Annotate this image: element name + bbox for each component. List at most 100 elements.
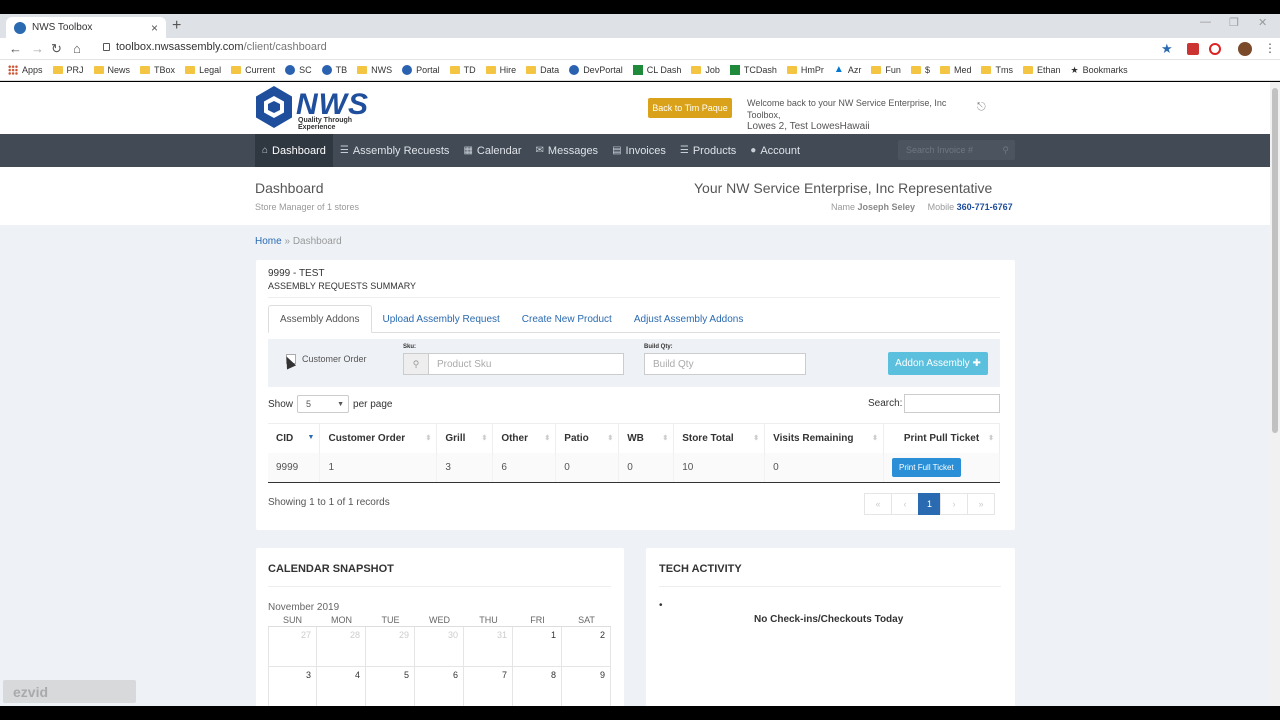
nav-item-products[interactable]: ☰ Products xyxy=(673,134,743,167)
tab-create-new-product[interactable]: Create New Product xyxy=(511,305,623,333)
bookmark-item[interactable]: Med xyxy=(939,65,971,75)
tab-adjust-assembly-addons[interactable]: Adjust Assembly Addons xyxy=(623,305,755,333)
close-tab-icon[interactable]: × xyxy=(151,21,158,35)
bookmark-item[interactable]: TBox xyxy=(140,65,175,75)
bookmark-label: HmPr xyxy=(800,65,824,75)
bookmark-item[interactable]: PRJ xyxy=(52,65,84,75)
extension-icon[interactable] xyxy=(1187,43,1199,55)
bookmark-item[interactable]: News xyxy=(93,65,130,75)
bookmark-item[interactable]: TB xyxy=(321,65,347,75)
col-visits-remaining[interactable]: Visits Remaining ⬍ xyxy=(764,423,885,453)
prev-page-button[interactable]: ‹ xyxy=(891,493,919,515)
table-search-input[interactable] xyxy=(904,394,1000,413)
calendar-day[interactable]: 3 xyxy=(268,667,317,707)
col-patio[interactable]: Patio ⬍ xyxy=(555,423,620,453)
menu-dots-icon[interactable]: ⋮ xyxy=(1264,41,1276,55)
bookmark-item[interactable]: HmPr xyxy=(786,65,824,75)
per-page-value: 5 xyxy=(306,399,312,409)
calendar-day[interactable]: 5 xyxy=(366,667,415,707)
bookmark-item[interactable]: $ xyxy=(910,65,930,75)
col-other[interactable]: Other ⬍ xyxy=(492,423,557,453)
cell-grill: 3 xyxy=(436,452,494,483)
rep-mobile[interactable]: 360-771-6767 xyxy=(957,202,1013,212)
col-store-total[interactable]: Store Total ⬍ xyxy=(673,423,766,453)
calendar-day[interactable]: 8 xyxy=(513,667,562,707)
calendar-day[interactable]: 4 xyxy=(317,667,366,707)
calendar-day[interactable]: 29 xyxy=(366,627,415,667)
calendar-day[interactable]: 27 xyxy=(268,627,317,667)
col-cid[interactable]: CID ▼ xyxy=(268,423,321,453)
last-page-button[interactable]: » xyxy=(967,493,995,515)
divider xyxy=(659,586,1001,587)
calendar-day[interactable]: 30 xyxy=(415,627,464,667)
bookmark-item[interactable]: Tms xyxy=(981,65,1013,75)
sku-input[interactable]: ⚲ Product Sku xyxy=(403,353,624,375)
new-tab-button[interactable]: + xyxy=(172,17,181,35)
bookmark-item[interactable]: Legal xyxy=(185,65,221,75)
build-qty-input[interactable]: Build Qty xyxy=(644,353,806,375)
calendar-day[interactable]: 6 xyxy=(415,667,464,707)
col-customer-order[interactable]: Customer Order ⬍ xyxy=(319,423,438,453)
nav-item-messages[interactable]: ✉ Messages xyxy=(529,134,606,167)
bookmark-star-icon[interactable]: ★ xyxy=(1161,41,1173,57)
bookmark-item[interactable]: NWS xyxy=(357,65,392,75)
nws-logo[interactable]: NWS Quality Through Experience xyxy=(256,86,391,131)
first-page-button[interactable]: « xyxy=(864,493,892,515)
calendar-day[interactable]: 2 xyxy=(562,627,611,667)
next-page-button[interactable]: › xyxy=(940,493,968,515)
per-page-select[interactable]: 5 ▼ xyxy=(297,395,350,413)
minimize-icon[interactable]: — xyxy=(1200,16,1211,28)
bookmark-item[interactable]: TD xyxy=(449,65,476,75)
nav-item-calendar[interactable]: ▦ Calendar xyxy=(456,134,528,167)
col-grill[interactable]: Grill ⬍ xyxy=(436,423,494,453)
restore-icon[interactable]: ❐ xyxy=(1229,16,1239,29)
addon-assembly-button[interactable]: Addon Assembly ✚ xyxy=(888,352,988,375)
bookmark-item[interactable]: DevPortal xyxy=(569,65,623,75)
bookmark-item[interactable]: Current xyxy=(231,65,275,75)
nav-item-invoices[interactable]: ▤ Invoices xyxy=(605,134,673,167)
calendar-day[interactable]: 9 xyxy=(562,667,611,707)
tab-upload-assembly-request[interactable]: Upload Assembly Request xyxy=(372,305,511,333)
page-1-button[interactable]: 1 xyxy=(918,493,941,515)
back-arrow-icon[interactable]: ← xyxy=(9,41,22,56)
bookmark-item[interactable]: Data xyxy=(526,65,559,75)
close-window-icon[interactable]: ✕ xyxy=(1258,16,1267,29)
tab-assembly-addons[interactable]: Assembly Addons xyxy=(268,305,372,333)
calendar-day[interactable]: 28 xyxy=(317,627,366,667)
bookmark-item[interactable]: SC xyxy=(285,65,312,75)
bookmark-item[interactable]: Ethan xyxy=(1022,65,1061,75)
col-wb[interactable]: WB ⬍ xyxy=(618,423,675,453)
bookmark-item[interactable]: Hire xyxy=(485,65,516,75)
breadcrumb-home[interactable]: Home xyxy=(255,236,282,247)
scrollbar-thumb[interactable] xyxy=(1272,88,1278,433)
back-to-user-button[interactable]: Back to Tim Paque xyxy=(648,98,732,118)
customer-order-checkbox-group[interactable]: Customer Order xyxy=(286,354,367,364)
cell-wb: 0 xyxy=(618,452,675,483)
bookmark-item[interactable]: ▲ Azr xyxy=(834,65,862,76)
col-print-pull-ticket[interactable]: Print Pull Ticket ⬍ xyxy=(883,423,1000,453)
browser-tab[interactable]: NWS Toolbox × xyxy=(6,17,166,38)
bookmark-item[interactable]: TCDash xyxy=(729,65,777,75)
calendar-day[interactable]: 7 xyxy=(464,667,513,707)
bookmark-item[interactable]: ★ Bookmarks xyxy=(1071,65,1128,76)
calendar-day[interactable]: 1 xyxy=(513,627,562,667)
bookmark-item[interactable]: Job xyxy=(691,65,720,75)
opera-icon[interactable] xyxy=(1209,43,1221,55)
bookmark-label: TCDash xyxy=(743,65,777,75)
nav-item-assembly-recuests[interactable]: ☰ Assembly Recuests xyxy=(333,134,457,167)
calendar-day[interactable]: 31 xyxy=(464,627,513,667)
bookmark-item[interactable]: Apps xyxy=(8,65,43,75)
invoice-search-input[interactable]: Search Invoice # ⚲ xyxy=(898,140,1015,160)
logout-icon[interactable]: ⎋ xyxy=(977,101,986,114)
profile-avatar[interactable] xyxy=(1238,42,1252,56)
nav-item-account[interactable]: ● Account xyxy=(743,134,807,167)
forward-arrow-icon[interactable]: → xyxy=(31,41,44,56)
print-full-ticket-button[interactable]: Print Full Ticket xyxy=(892,457,961,477)
nav-item-dashboard[interactable]: ⌂ Dashboard xyxy=(255,134,333,167)
url-field[interactable]: toolbox.nwsassembly.com/client/cashboard xyxy=(103,41,327,53)
reload-icon[interactable]: ↻ xyxy=(51,41,62,57)
bookmark-item[interactable]: Fun xyxy=(871,65,901,75)
bookmark-item[interactable]: CL Dash xyxy=(632,65,681,75)
home-browser-icon[interactable]: ⌂ xyxy=(73,41,81,56)
bookmark-item[interactable]: Portal xyxy=(402,65,440,75)
